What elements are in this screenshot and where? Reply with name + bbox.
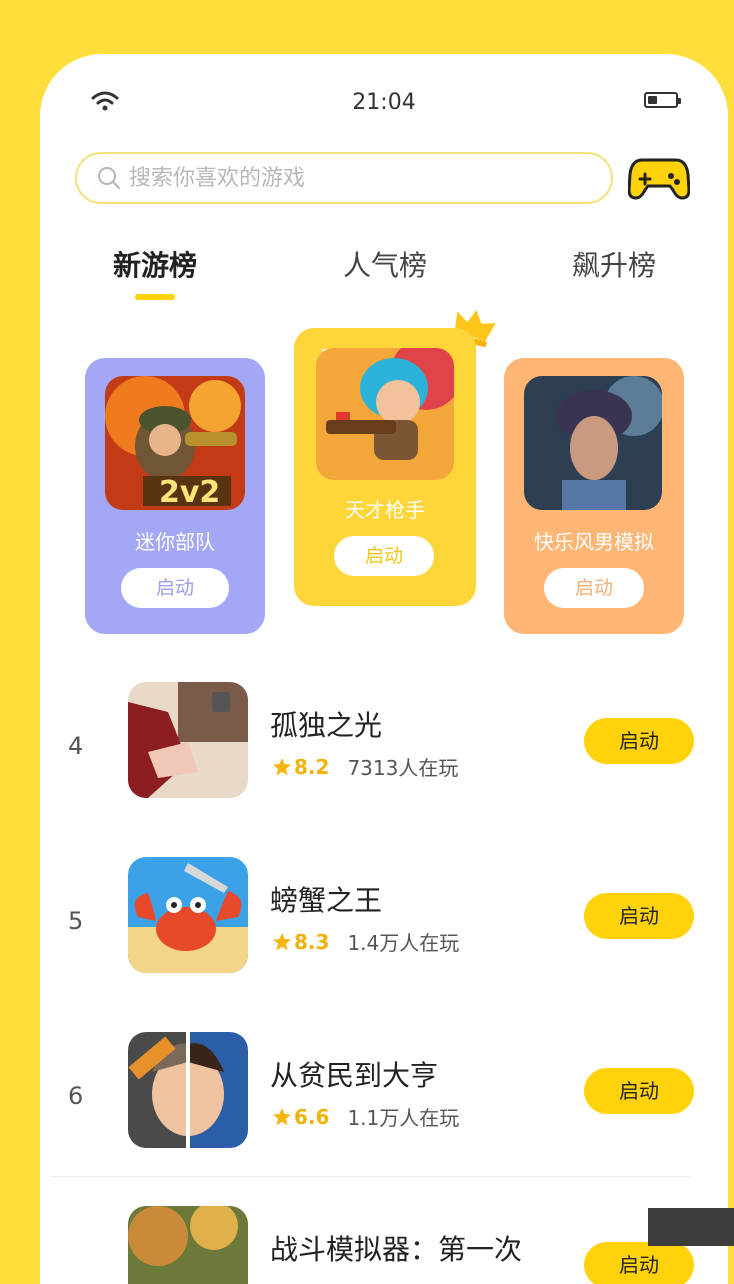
podium-card-1[interactable]: 1 天才枪手 启动: [294, 328, 476, 606]
launch-button[interactable]: 启动: [334, 536, 434, 576]
search-bar[interactable]: [75, 152, 613, 204]
game-meta: 8.3 1.4万人在玩: [272, 927, 459, 956]
svg-text:2v2: 2v2: [159, 475, 220, 510]
gamepad-icon[interactable]: [628, 152, 690, 204]
game-title: 从贫民到大亨: [270, 1059, 439, 1092]
podium-card-2[interactable]: 2 2v2 迷你部队 启动: [85, 358, 265, 634]
corner-overlay: [648, 1208, 734, 1246]
game-meta: 6.6 1.1万人在玩: [272, 1102, 459, 1131]
tab-active-indicator: [135, 294, 175, 300]
podium-game-name: 快乐风男模拟: [534, 530, 654, 554]
launch-button[interactable]: 启动: [584, 1068, 694, 1114]
list-item[interactable]: 4 孤独之光 8.2 7313人在玩 启动: [40, 682, 728, 812]
game-score: 8.2: [294, 754, 330, 779]
star-icon: [273, 932, 291, 950]
list-item[interactable]: 战斗模拟器：第一次 启动: [40, 1206, 728, 1284]
battery-icon: [644, 92, 681, 108]
list-item[interactable]: 6 从贫民到大亨 6.6 1.1万人在玩 启动: [40, 1032, 728, 1162]
launch-button[interactable]: 启动: [584, 718, 694, 764]
players-count: 1.1万人在玩: [347, 1106, 460, 1130]
game-title: 孤独之光: [270, 709, 383, 742]
battery-level: [648, 96, 657, 104]
players-count: 7313人在玩: [347, 756, 459, 780]
ranking-tabs: 新游榜 人气榜 飙升榜: [40, 244, 728, 304]
game-score: 8.3: [294, 929, 330, 954]
game-title: 螃蟹之王: [270, 884, 383, 917]
phone-screen: 21:04 新游榜 人气榜 飙升榜 2: [40, 54, 728, 1284]
launch-button[interactable]: 启动: [584, 893, 694, 939]
game-icon-crab-king: [128, 857, 248, 973]
game-title: 战斗模拟器：第一次: [270, 1233, 523, 1266]
game-score: 6.6: [294, 1104, 330, 1129]
tab-new-games[interactable]: 新游榜: [75, 244, 235, 284]
game-meta: 8.2 7313人在玩: [272, 752, 458, 781]
list-rank: 6: [68, 1082, 84, 1110]
players-count: 1.4万人在玩: [347, 931, 460, 955]
launch-button[interactable]: 启动: [121, 568, 229, 608]
star-icon: [273, 757, 291, 775]
status-bar: 21:04: [40, 54, 728, 154]
search-input[interactable]: [127, 164, 611, 192]
podium-game-name: 迷你部队: [135, 530, 215, 554]
tab-rising[interactable]: 飙升榜: [534, 244, 694, 284]
list-rank: 5: [68, 907, 84, 935]
list-rank: 4: [68, 732, 84, 760]
search-icon: [98, 167, 120, 189]
game-icon-genius-gunner: [316, 348, 454, 480]
game-icon-lonely-light: [128, 682, 248, 798]
podium-game-name: 天才枪手: [345, 498, 425, 522]
podium-card-3[interactable]: 3 快乐风男模拟 启动: [504, 358, 684, 634]
star-icon: [273, 1107, 291, 1125]
game-icon-battle-simulator: [128, 1206, 248, 1284]
status-time: 21:04: [352, 90, 416, 115]
tab-popular[interactable]: 人气榜: [305, 244, 465, 284]
game-icon-mini-army: 2v2: [105, 376, 245, 510]
game-icon-happy-wind-simulator: [524, 376, 662, 510]
list-divider: [50, 1176, 690, 1177]
list-item[interactable]: 5 螃蟹之王 8.3 1.4万人在玩 启动: [40, 857, 728, 987]
launch-button[interactable]: 启动: [544, 568, 644, 608]
launch-button[interactable]: 启动: [584, 1242, 694, 1284]
game-icon-rags-to-riches: [128, 1032, 248, 1148]
